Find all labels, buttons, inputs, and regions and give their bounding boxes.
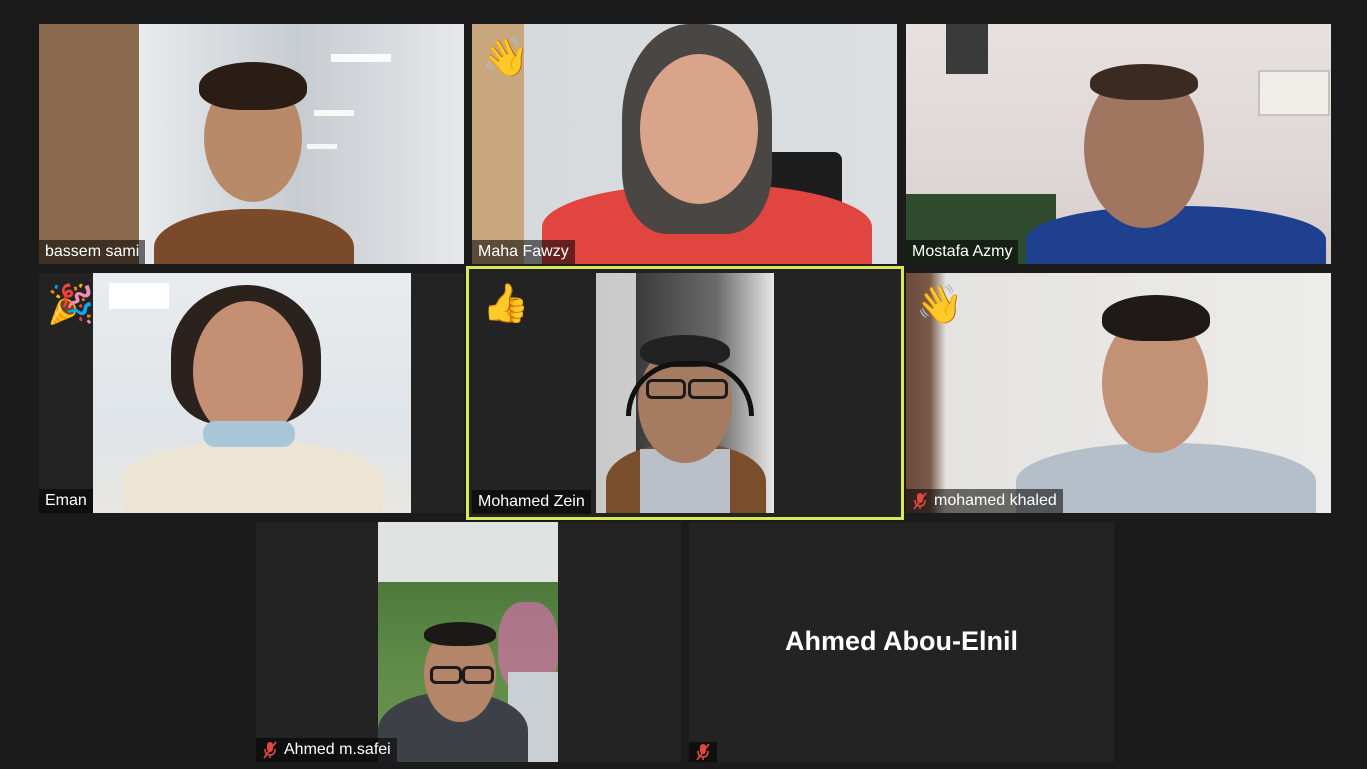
- person-body: [154, 209, 354, 264]
- participant-name-tag: Ahmed m.safei: [256, 738, 397, 762]
- ceiling-light: [109, 283, 169, 309]
- participant-name: bassem sami: [45, 243, 140, 260]
- participant-name-tag: bassem sami: [39, 240, 146, 264]
- reaction-emoji: 👋: [916, 282, 964, 326]
- wall-picture: [946, 24, 988, 74]
- face-mask: [203, 421, 295, 447]
- mic-off-icon: [263, 741, 277, 759]
- wall-decoration: [1258, 70, 1330, 116]
- participant-tile-bassem-sami[interactable]: bassem sami: [39, 24, 464, 264]
- participant-name: Ahmed m.safei: [284, 741, 391, 758]
- person-hair: [424, 622, 496, 646]
- participant-video: [378, 522, 558, 762]
- participant-name: Mohamed Zein: [478, 493, 585, 510]
- mic-off-icon: [696, 743, 710, 761]
- ceiling-light: [307, 144, 337, 149]
- participant-tile-ahmed-m-safei[interactable]: Ahmed m.safei: [256, 522, 681, 762]
- participant-name-tag: Maha Fawzy: [472, 240, 575, 264]
- participant-name-tag: mohamed khaled: [906, 489, 1063, 513]
- person-hair: [199, 62, 307, 110]
- participant-tile-ahmed-abou-elnil[interactable]: Ahmed Abou-Elnil: [689, 522, 1114, 762]
- participant-video: [596, 273, 774, 513]
- reaction-emoji: 👍: [482, 281, 530, 325]
- participant-name: Maha Fawzy: [478, 243, 569, 260]
- glasses: [462, 666, 494, 684]
- ceiling-light: [314, 110, 354, 116]
- glasses: [688, 379, 728, 399]
- participant-name-tag: Eman: [39, 489, 93, 513]
- person-head: [193, 301, 303, 441]
- reaction-emoji: 👋: [482, 35, 530, 79]
- person-body: [123, 441, 383, 513]
- participant-video: [472, 24, 897, 264]
- participant-video: [906, 24, 1331, 264]
- participant-tile-mohamed-khaled[interactable]: 👋 mohamed khaled: [906, 273, 1331, 513]
- participant-video: [93, 273, 411, 513]
- ceiling-light: [331, 54, 391, 62]
- participant-name-tag: Mohamed Zein: [472, 490, 591, 514]
- person-head: [640, 54, 758, 204]
- participant-tile-eman[interactable]: 🎉 Eman: [39, 273, 464, 513]
- video-gallery: bassem sami 👋 Maha Fawzy Mostafa Azmy 🎉 …: [0, 0, 1367, 769]
- participant-name: mohamed khaled: [934, 492, 1057, 509]
- participant-video: [39, 24, 464, 264]
- participant-display-name: Ahmed Abou-Elnil: [785, 626, 1018, 656]
- mic-off-icon: [913, 492, 927, 510]
- participant-tile-mohamed-zein[interactable]: 👍 Mohamed Zein: [466, 266, 904, 520]
- participant-name: Eman: [45, 492, 87, 509]
- participant-tile-maha-fawzy[interactable]: 👋 Maha Fawzy: [472, 24, 897, 264]
- person-hair: [1102, 295, 1210, 341]
- participant-name: Mostafa Azmy: [912, 243, 1013, 260]
- participant-name-tag: Mostafa Azmy: [906, 240, 1019, 264]
- participant-video: [906, 273, 1331, 513]
- reaction-emoji: 🎉: [47, 282, 95, 326]
- glasses: [646, 379, 686, 399]
- participant-tile-mostafa-azmy[interactable]: Mostafa Azmy: [906, 24, 1331, 264]
- person-hair: [1090, 64, 1198, 100]
- glasses: [430, 666, 462, 684]
- participant-name-tag: [689, 742, 717, 762]
